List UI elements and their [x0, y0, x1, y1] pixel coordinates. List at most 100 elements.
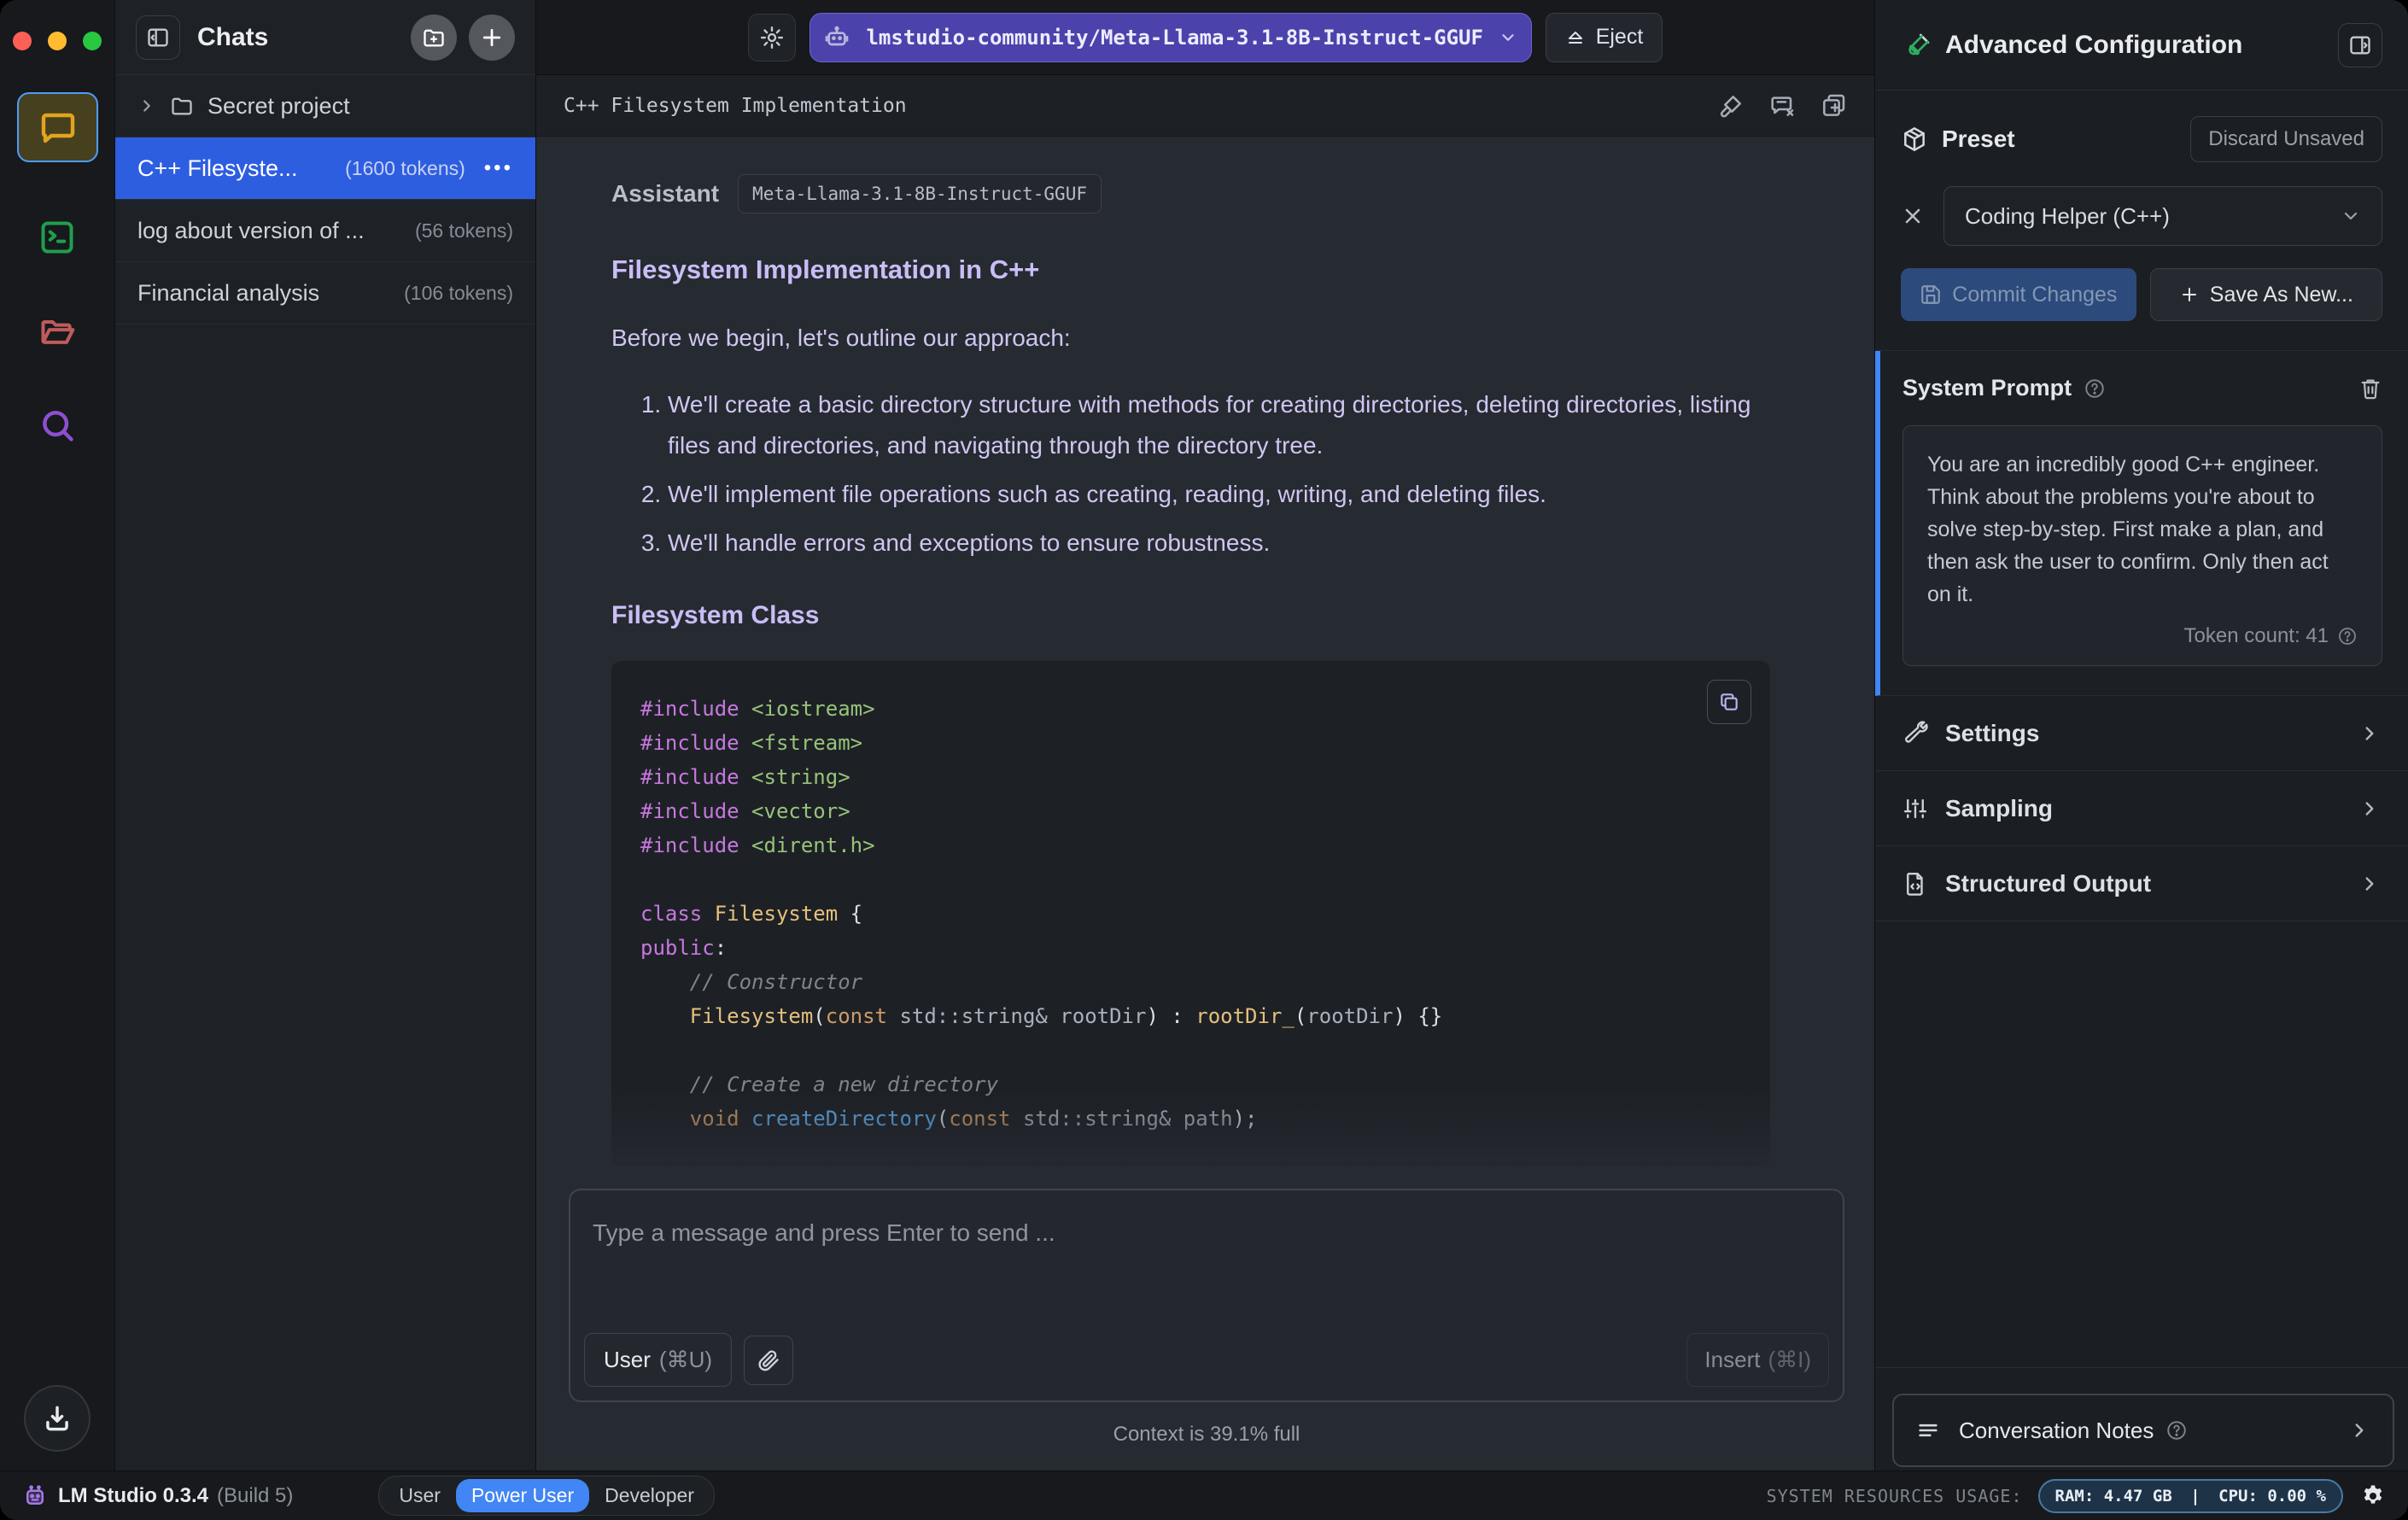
- plus-icon: [479, 25, 505, 50]
- message-input[interactable]: Type a message and press Enter to send .…: [569, 1189, 1844, 1402]
- chat-bubble-icon: [37, 107, 78, 148]
- folder-row-secret-project[interactable]: Secret project: [115, 75, 535, 137]
- chevron-right-icon: [137, 96, 156, 115]
- chat-title: Financial analysis: [137, 279, 320, 306]
- token-count-label: Token count: 41: [2183, 624, 2329, 647]
- list-item: We'll handle errors and exceptions to en…: [668, 523, 1781, 564]
- context-usage-status: Context is 39.1% full: [1113, 1423, 1300, 1446]
- system-prompt-editor[interactable]: You are an incredibly good C++ engineer.…: [1902, 425, 2382, 666]
- message-list: Assistant Meta-Llama-3.1-8B-Instruct-GGU…: [536, 137, 1874, 1470]
- help-icon[interactable]: [2084, 377, 2106, 400]
- test-tube-icon: [1904, 32, 1932, 59]
- model-settings-button[interactable]: [747, 13, 796, 61]
- nav-discover[interactable]: [38, 406, 76, 444]
- collapse-panel-button[interactable]: [2338, 22, 2382, 67]
- trash-icon[interactable]: [2358, 377, 2382, 400]
- chat-token-count: (56 tokens): [414, 219, 513, 242]
- new-chat-button[interactable]: [469, 14, 515, 61]
- message-heading: Filesystem Class: [611, 601, 820, 629]
- save-as-new-button[interactable]: Save As New...: [2149, 268, 2382, 321]
- app-build: (Build 5): [217, 1483, 294, 1507]
- chats-panel-title: Chats: [197, 22, 269, 51]
- eject-model-button[interactable]: Eject: [1545, 12, 1663, 62]
- downloads-button[interactable]: [24, 1385, 91, 1452]
- insert-label: Insert: [1704, 1347, 1761, 1372]
- settings-gear-icon[interactable]: [2360, 1483, 2386, 1509]
- resources-usage-pill[interactable]: RAM: 4.47 GB | CPU: 0.00 %: [2037, 1478, 2343, 1513]
- chat-list-item[interactable]: Financial analysis (106 tokens): [115, 262, 535, 324]
- save-icon: [1920, 284, 1942, 306]
- zoom-window-button[interactable]: [83, 32, 102, 50]
- section-sampling[interactable]: Sampling: [1875, 771, 2408, 846]
- nav-developer[interactable]: [38, 219, 76, 256]
- insert-message-button[interactable]: Insert (⌘I): [1686, 1333, 1829, 1387]
- assistant-role-label: Assistant: [611, 180, 720, 207]
- section-label: Settings: [1945, 719, 2040, 746]
- section-settings[interactable]: Settings: [1875, 696, 2408, 771]
- folder-open-icon: [38, 313, 76, 350]
- nav-my-models[interactable]: [38, 313, 76, 350]
- chat-list-item[interactable]: log about version of ... (56 tokens): [115, 200, 535, 262]
- chevron-right-icon: [2358, 873, 2381, 895]
- chats-panel: Chats Secret project C++ Filesyste... (1…: [115, 0, 536, 1470]
- clear-conversation-icon[interactable]: [1768, 92, 1796, 120]
- code-content: #include <iostream> #include <fstream> #in…: [640, 697, 1443, 1131]
- chevron-down-icon: [1499, 28, 1517, 47]
- code-block: #include <iostream> #include <fstream> #in…: [611, 661, 1770, 1166]
- attach-file-button[interactable]: [744, 1335, 793, 1385]
- chat-title: C++ Filesyste...: [137, 155, 298, 181]
- minimize-window-button[interactable]: [48, 32, 67, 50]
- folder-plus-icon: [422, 26, 446, 50]
- duplicate-chat-icon[interactable]: [1820, 92, 1847, 120]
- preset-selected-value: Coding Helper (C++): [1965, 202, 2170, 229]
- help-icon[interactable]: [2337, 626, 2358, 646]
- clear-preset-button[interactable]: [1901, 204, 1925, 228]
- role-label: User: [604, 1347, 651, 1372]
- collapse-sidebar-button[interactable]: [136, 15, 180, 60]
- mode-power-user[interactable]: Power User: [455, 1479, 590, 1512]
- preset-dropdown[interactable]: Coding Helper (C++): [1943, 186, 2382, 246]
- chat-list-item[interactable]: C++ Filesyste... (1600 tokens) •••: [115, 137, 535, 200]
- message-paragraph: Before we begin, let's outline our appro…: [611, 324, 1071, 351]
- folder-icon: [170, 94, 194, 118]
- robot-icon: [823, 24, 850, 51]
- package-icon: [1901, 126, 1928, 153]
- resources-separator: |: [2190, 1486, 2201, 1505]
- nav-chat-selected[interactable]: [16, 92, 98, 162]
- composer-area: Type a message and press Enter to send .…: [536, 1187, 1874, 1470]
- chat-menu-button[interactable]: •••: [484, 158, 513, 178]
- discard-unsaved-button[interactable]: Discard Unsaved: [2190, 116, 2382, 162]
- panel-right-icon: [2348, 33, 2372, 57]
- panel-header: Advanced Configuration: [1875, 0, 2408, 91]
- terminal-icon: [38, 219, 76, 256]
- close-window-button[interactable]: [13, 32, 32, 50]
- resources-usage-label: SYSTEM RESOURCES USAGE:: [1766, 1485, 2023, 1506]
- mode-developer[interactable]: Developer: [589, 1479, 710, 1512]
- panel-title: Advanced Configuration: [1945, 30, 2243, 59]
- chats-header: Chats: [115, 0, 535, 75]
- role-selector-button[interactable]: User (⌘U): [584, 1333, 732, 1387]
- eject-label: Eject: [1595, 25, 1644, 49]
- conversation-notes-label: Conversation Notes: [1959, 1417, 2154, 1443]
- clean-formatting-icon[interactable]: [1717, 92, 1745, 120]
- plus-icon: [2179, 284, 2200, 305]
- sliders-icon: [1902, 796, 1928, 821]
- loaded-model-name: lmstudio-community/Meta-Llama-3.1-8B-Ins…: [866, 25, 1483, 50]
- notes-lines-icon: [1916, 1418, 1940, 1442]
- system-prompt-section: System Prompt You are an incredibly good…: [1875, 351, 2408, 696]
- insert-shortcut: (⌘I): [1768, 1347, 1811, 1372]
- mode-user[interactable]: User: [383, 1479, 456, 1512]
- wrench-icon: [1902, 720, 1928, 746]
- file-code-icon: [1902, 871, 1928, 897]
- chat-title: log about version of ...: [137, 217, 365, 243]
- search-icon: [38, 406, 76, 444]
- chevron-right-icon: [2358, 798, 2381, 820]
- system-prompt-text: You are an incredibly good C++ engineer.…: [1927, 453, 2329, 606]
- loaded-model-selector[interactable]: lmstudio-community/Meta-Llama-3.1-8B-Ins…: [809, 12, 1532, 62]
- section-label: Sampling: [1945, 794, 2054, 821]
- section-structured-output[interactable]: Structured Output: [1875, 846, 2408, 921]
- commit-changes-button[interactable]: Commit Changes: [1901, 268, 2136, 321]
- conversation-notes-button[interactable]: Conversation Notes: [1892, 1394, 2394, 1467]
- copy-code-button[interactable]: [1707, 680, 1751, 724]
- new-folder-button[interactable]: [411, 14, 457, 61]
